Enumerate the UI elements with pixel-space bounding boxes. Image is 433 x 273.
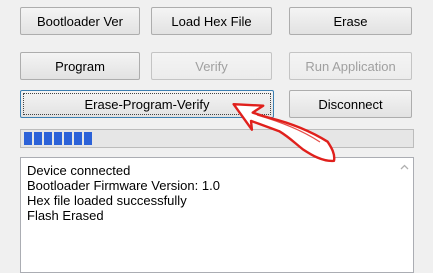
log-line-flash-erased: Flash Erased <box>27 208 104 223</box>
log-scrollbar[interactable] <box>396 158 413 272</box>
progress-bar <box>20 129 414 148</box>
log-line-device-connected: Device connected <box>27 163 131 178</box>
erase-button[interactable]: Erase <box>289 7 412 35</box>
erase-program-verify-button[interactable]: Erase-Program-Verify <box>20 90 274 118</box>
program-button[interactable]: Program <box>20 52 140 80</box>
verify-button: Verify <box>151 52 272 80</box>
chevron-up-icon[interactable] <box>399 162 410 172</box>
progress-segment <box>54 132 62 145</box>
disconnect-button[interactable]: Disconnect <box>289 90 412 118</box>
status-log[interactable]: Device connected Bootloader Firmware Ver… <box>20 157 414 273</box>
progress-segment <box>24 132 32 145</box>
log-line-hex-loaded: Hex file loaded successfully <box>27 193 187 208</box>
bootloader-ver-button[interactable]: Bootloader Ver <box>20 7 140 35</box>
load-hex-file-button[interactable]: Load Hex File <box>151 7 272 35</box>
run-application-button: Run Application <box>289 52 412 80</box>
progress-segment <box>84 132 92 145</box>
log-line-firmware-version: Bootloader Firmware Version: 1.0 <box>27 178 220 193</box>
progress-segment <box>34 132 42 145</box>
erase-program-verify-label: Erase-Program-Verify <box>84 96 210 112</box>
progress-segment <box>64 132 72 145</box>
progress-segment <box>44 132 52 145</box>
progress-segment <box>74 132 82 145</box>
